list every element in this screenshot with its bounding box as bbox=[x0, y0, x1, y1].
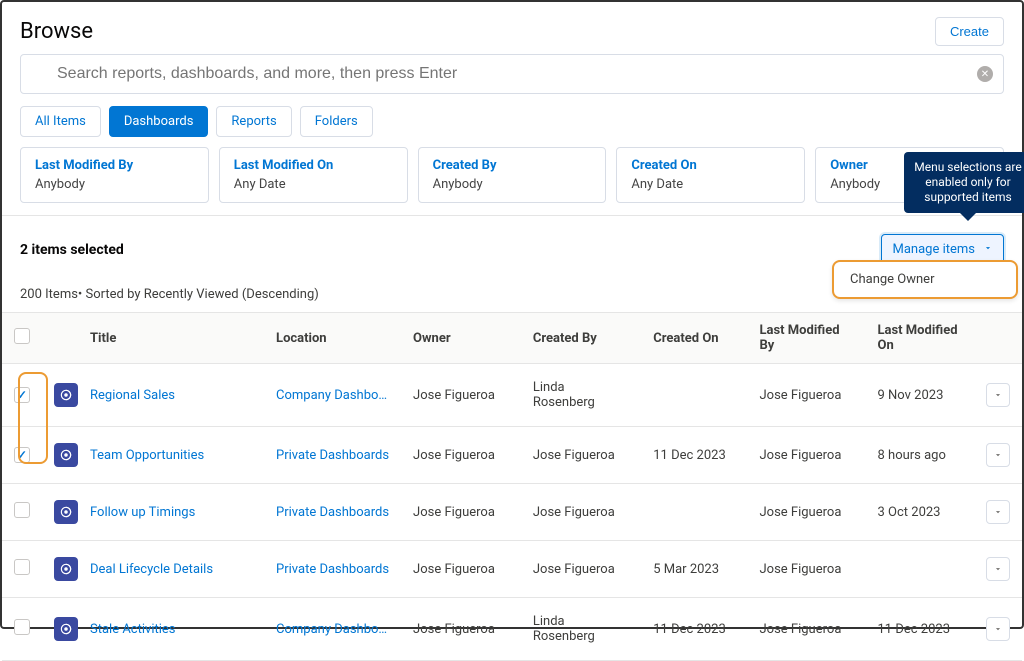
filter-label: Last Modified By bbox=[35, 158, 194, 173]
tab-folders[interactable]: Folders bbox=[300, 106, 373, 137]
created-by-cell: Linda Rosenberg bbox=[521, 598, 641, 661]
created-on-cell: 5 Mar 2023 bbox=[641, 541, 747, 598]
row-checkbox[interactable] bbox=[14, 447, 30, 463]
filter-value: Anybody bbox=[35, 177, 194, 192]
last-modified-on-cell: 9 Nov 2023 bbox=[866, 364, 974, 427]
row-actions-button[interactable] bbox=[986, 557, 1010, 581]
last-modified-by-cell: Jose Figueroa bbox=[748, 484, 866, 541]
created-on-cell bbox=[641, 484, 747, 541]
filter-value: Any Date bbox=[234, 177, 393, 192]
created-by-cell: Jose Figueroa bbox=[521, 541, 641, 598]
filter-value: Any Date bbox=[631, 177, 790, 192]
table-row: Deal Lifecycle Details Private Dashboard… bbox=[2, 541, 1022, 598]
row-actions-button[interactable] bbox=[986, 500, 1010, 524]
col-created-by[interactable]: Created By bbox=[521, 313, 641, 364]
page-title: Browse bbox=[20, 19, 93, 44]
filter-created-by[interactable]: Created By Anybody bbox=[418, 147, 607, 203]
selection-count: 2 items selected bbox=[20, 242, 124, 258]
item-title-link[interactable]: Team Opportunities bbox=[90, 448, 204, 463]
col-created-on[interactable]: Created On bbox=[641, 313, 747, 364]
row-checkbox[interactable] bbox=[14, 559, 30, 575]
col-owner[interactable]: Owner bbox=[401, 313, 521, 364]
item-title-link[interactable]: Follow up Timings bbox=[90, 505, 195, 520]
filter-row: Last Modified By Anybody Last Modified O… bbox=[2, 147, 1022, 215]
filter-last-modified-on[interactable]: Last Modified On Any Date bbox=[219, 147, 408, 203]
owner-cell: Jose Figueroa bbox=[401, 427, 521, 484]
chevron-down-icon bbox=[983, 242, 993, 257]
table-header-row: Title Location Owner Created By Created … bbox=[2, 313, 1022, 364]
row-actions-button[interactable] bbox=[986, 383, 1010, 407]
create-button[interactable]: Create bbox=[935, 17, 1004, 46]
manage-menu-item-change-owner[interactable]: Change Owner bbox=[832, 260, 1018, 299]
dashboard-icon bbox=[54, 443, 78, 467]
filter-label: Last Modified On bbox=[234, 158, 393, 173]
tab-reports[interactable]: Reports bbox=[216, 106, 291, 137]
tooltip: Menu selections are enabled only for sup… bbox=[904, 152, 1024, 213]
owner-cell: Jose Figueroa bbox=[401, 364, 521, 427]
table-row: Stale Activities Company Dashbo… Jose Fi… bbox=[2, 598, 1022, 661]
last-modified-on-cell: 3 Oct 2023 bbox=[866, 484, 974, 541]
clear-search-icon[interactable]: ✕ bbox=[977, 66, 993, 82]
item-location-link[interactable]: Private Dashboards bbox=[276, 562, 389, 577]
item-location-link[interactable]: Company Dashbo… bbox=[276, 622, 387, 637]
type-tabs: All Items Dashboards Reports Folders bbox=[2, 106, 1022, 147]
dashboard-icon bbox=[54, 617, 78, 641]
tab-all-items[interactable]: All Items bbox=[20, 106, 101, 137]
item-location-link[interactable]: Company Dashbo… bbox=[276, 388, 387, 403]
items-table: Title Location Owner Created By Created … bbox=[2, 312, 1022, 661]
item-title-link[interactable]: Regional Sales bbox=[90, 388, 175, 403]
page-header: Browse Create bbox=[2, 2, 1022, 54]
last-modified-by-cell: Jose Figueroa bbox=[748, 598, 866, 661]
last-modified-by-cell: Jose Figueroa bbox=[748, 541, 866, 598]
row-checkbox[interactable] bbox=[14, 387, 30, 403]
search-container: ✕ bbox=[2, 54, 1022, 106]
owner-cell: Jose Figueroa bbox=[401, 598, 521, 661]
col-last-modified-by[interactable]: Last Modified By bbox=[748, 313, 866, 364]
owner-cell: Jose Figueroa bbox=[401, 541, 521, 598]
created-by-cell: Linda Rosenberg bbox=[521, 364, 641, 427]
row-checkbox[interactable] bbox=[14, 502, 30, 518]
selection-bar: 2 items selected Menu selections are ena… bbox=[2, 216, 1022, 271]
filter-label: Created On bbox=[631, 158, 790, 173]
filter-label: Created By bbox=[433, 158, 592, 173]
item-title-link[interactable]: Stale Activities bbox=[90, 622, 176, 637]
row-actions-button[interactable] bbox=[986, 443, 1010, 467]
col-title[interactable]: Title bbox=[78, 313, 264, 364]
table-row: Regional Sales Company Dashbo… Jose Figu… bbox=[2, 364, 1022, 427]
last-modified-on-cell bbox=[866, 541, 974, 598]
filter-value: Anybody bbox=[433, 177, 592, 192]
select-all-checkbox[interactable] bbox=[14, 328, 30, 344]
last-modified-by-cell: Jose Figueroa bbox=[748, 364, 866, 427]
col-last-modified-on[interactable]: Last Modified On bbox=[866, 313, 974, 364]
owner-cell: Jose Figueroa bbox=[401, 484, 521, 541]
search-input[interactable] bbox=[20, 54, 1004, 94]
created-on-cell bbox=[641, 364, 747, 427]
row-actions-button[interactable] bbox=[986, 617, 1010, 641]
table-row: Team Opportunities Private Dashboards Jo… bbox=[2, 427, 1022, 484]
created-by-cell: Jose Figueroa bbox=[521, 484, 641, 541]
item-location-link[interactable]: Private Dashboards bbox=[276, 448, 389, 463]
last-modified-by-cell: Jose Figueroa bbox=[748, 427, 866, 484]
table-row: Follow up Timings Private Dashboards Jos… bbox=[2, 484, 1022, 541]
item-location-link[interactable]: Private Dashboards bbox=[276, 505, 389, 520]
dashboard-icon bbox=[54, 557, 78, 581]
item-title-link[interactable]: Deal Lifecycle Details bbox=[90, 562, 213, 577]
last-modified-on-cell: 11 Dec 2023 bbox=[866, 598, 974, 661]
created-on-cell: 11 Dec 2023 bbox=[641, 427, 747, 484]
last-modified-on-cell: 8 hours ago bbox=[866, 427, 974, 484]
dashboard-icon bbox=[54, 500, 78, 524]
created-by-cell: Jose Figueroa bbox=[521, 427, 641, 484]
filter-last-modified-by[interactable]: Last Modified By Anybody bbox=[20, 147, 209, 203]
dashboard-icon bbox=[54, 383, 78, 407]
row-checkbox[interactable] bbox=[14, 619, 30, 635]
created-on-cell: 11 Dec 2023 bbox=[641, 598, 747, 661]
col-location[interactable]: Location bbox=[264, 313, 401, 364]
filter-created-on[interactable]: Created On Any Date bbox=[616, 147, 805, 203]
manage-items-label: Manage items bbox=[892, 242, 975, 257]
tab-dashboards[interactable]: Dashboards bbox=[109, 106, 209, 137]
